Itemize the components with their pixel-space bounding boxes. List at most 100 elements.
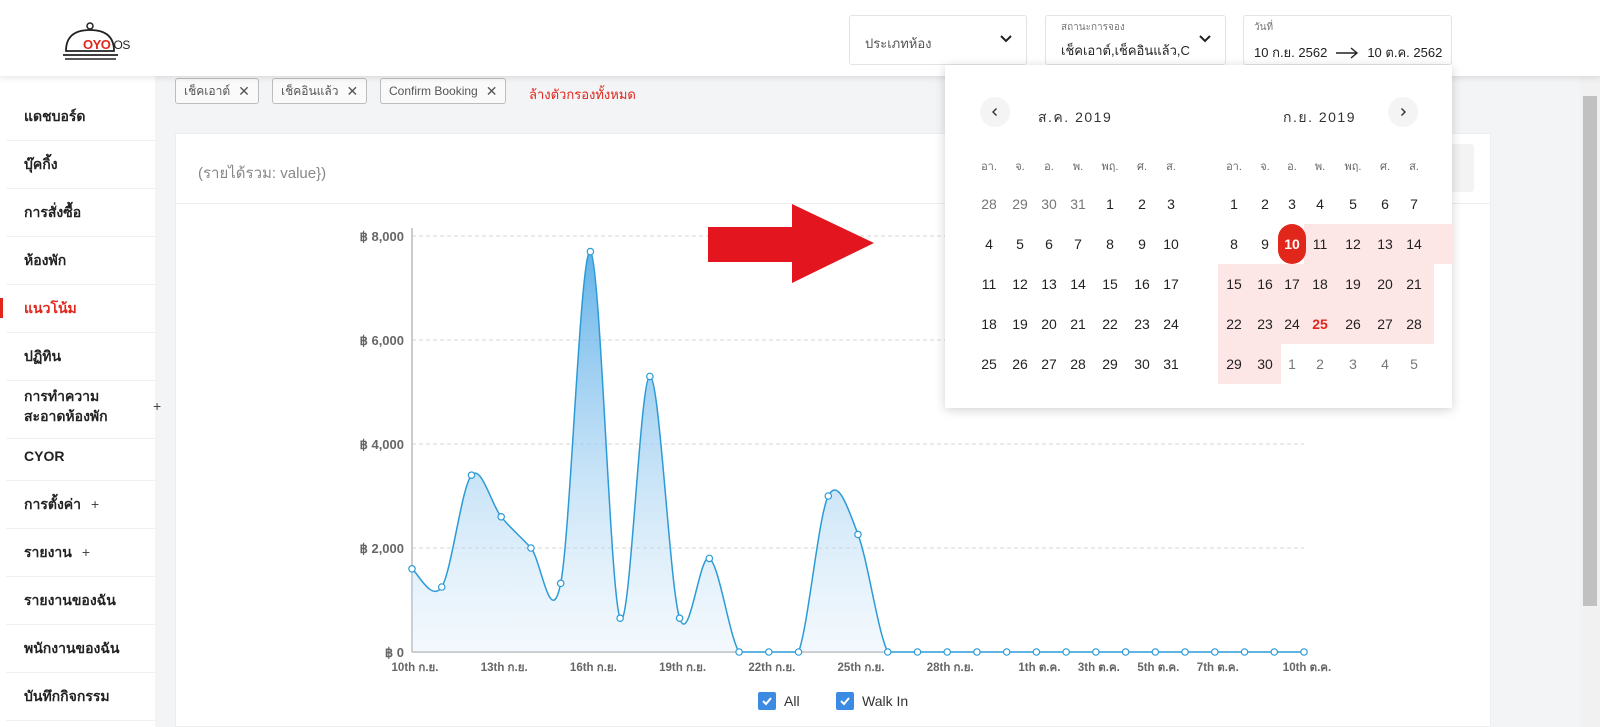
calendar-day-left[interactable]: 20: [1035, 304, 1063, 344]
calendar-day-right[interactable]: 20: [1371, 264, 1399, 304]
sidebar-item[interactable]: พนักงานของฉัน: [0, 638, 155, 658]
calendar-day-right[interactable]: 3: [1278, 184, 1306, 224]
calendar-day-left[interactable]: 26: [1006, 344, 1034, 384]
checkbox-checked-icon[interactable]: [758, 692, 776, 710]
next-month-button[interactable]: [1388, 97, 1418, 127]
calendar-day-right[interactable]: 1: [1278, 344, 1306, 384]
calendar-day-left[interactable]: 14: [1064, 264, 1092, 304]
sidebar-item[interactable]: รายงาน +: [0, 542, 155, 562]
expand-plus-icon[interactable]: +: [82, 544, 90, 560]
sidebar-item[interactable]: รายงานของฉัน: [0, 590, 155, 610]
calendar-day-right[interactable]: 4: [1306, 184, 1334, 224]
prev-month-button[interactable]: [980, 97, 1010, 127]
date-range-picker[interactable]: วันที่ 10 ก.ย. 2562 10 ต.ค. 2562: [1243, 15, 1452, 65]
calendar-day-right[interactable]: 14: [1400, 224, 1428, 264]
calendar-day-right[interactable]: 2: [1306, 344, 1334, 384]
calendar-day-right[interactable]: 21: [1400, 264, 1428, 304]
calendar-day-left[interactable]: 17: [1157, 264, 1185, 304]
calendar-day-right[interactable]: 29: [1220, 344, 1248, 384]
calendar-day-right[interactable]: 30: [1251, 344, 1279, 384]
calendar-day-left[interactable]: 3: [1157, 184, 1185, 224]
calendar-day-left[interactable]: 23: [1128, 304, 1156, 344]
calendar-day-right[interactable]: 15: [1220, 264, 1248, 304]
calendar-day-right[interactable]: 5: [1400, 344, 1428, 384]
data-point: [1121, 648, 1130, 656]
calendar-day-left[interactable]: 13: [1035, 264, 1063, 304]
booking-status-dropdown[interactable]: สถานะการจอง เช็คเอาต์,เช็คอินแล้ว,C: [1045, 15, 1226, 65]
calendar-day-right[interactable]: 24: [1278, 304, 1306, 344]
calendar-day-left[interactable]: 24: [1157, 304, 1185, 344]
expand-plus-icon[interactable]: +: [91, 496, 99, 512]
calendar-day-left[interactable]: 21: [1064, 304, 1092, 344]
calendar-day-right[interactable]: 12: [1339, 224, 1367, 264]
sidebar-item[interactable]: บุ๊คกิ้ง: [0, 154, 155, 174]
calendar-day-left[interactable]: 4: [975, 224, 1003, 264]
sidebar-item[interactable]: CYOR: [0, 446, 155, 466]
sidebar-item[interactable]: การสั่งซื้อ: [0, 202, 155, 222]
sidebar-item[interactable]: แดชบอร์ด: [0, 106, 155, 126]
calendar-day-left[interactable]: 12: [1006, 264, 1034, 304]
weekday-header: ศ.: [1379, 161, 1391, 173]
calendar-day-right[interactable]: 7: [1400, 184, 1428, 224]
calendar-day-left[interactable]: 31: [1157, 344, 1185, 384]
calendar-day-left[interactable]: 22: [1096, 304, 1124, 344]
calendar-day-right[interactable]: 22: [1220, 304, 1248, 344]
data-point: [675, 614, 684, 623]
calendar-day-right[interactable]: 19: [1339, 264, 1367, 304]
calendar-day-left[interactable]: 11: [975, 264, 1003, 304]
calendar-day-left[interactable]: 9: [1128, 224, 1156, 264]
arrow-right-icon: [1336, 46, 1359, 59]
calendar-day-left[interactable]: 27: [1035, 344, 1063, 384]
calendar-day-right[interactable]: 17: [1278, 264, 1306, 304]
calendar-day-left[interactable]: 19: [1006, 304, 1034, 344]
calendar-day-left[interactable]: 29: [1006, 184, 1034, 224]
sidebar-item[interactable]: การตั้งค่า +: [0, 494, 155, 514]
calendar-day-left[interactable]: 1: [1096, 184, 1124, 224]
calendar-day-right[interactable]: 4: [1371, 344, 1399, 384]
expand-plus-icon[interactable]: +: [153, 396, 161, 416]
calendar-day-right[interactable]: 18: [1306, 264, 1334, 304]
calendar-day-left[interactable]: 2: [1128, 184, 1156, 224]
legend-walk-in[interactable]: Walk In: [836, 692, 908, 710]
calendar-day-right[interactable]: 1: [1220, 184, 1248, 224]
calendar-day-left[interactable]: 30: [1128, 344, 1156, 384]
calendar-day-left[interactable]: 25: [975, 344, 1003, 384]
sidebar-item[interactable]: การทำความ สะอาดห้องพัก +: [0, 386, 161, 426]
calendar-day-right[interactable]: 16: [1251, 264, 1279, 304]
calendar-day-right[interactable]: 11: [1306, 224, 1334, 264]
calendar-day-right[interactable]: 9: [1251, 224, 1279, 264]
calendar-day-left[interactable]: 5: [1006, 224, 1034, 264]
calendar-day-left[interactable]: 31: [1064, 184, 1092, 224]
calendar-day-left[interactable]: 29: [1096, 344, 1124, 384]
calendar-day-left[interactable]: 8: [1096, 224, 1124, 264]
sidebar-item[interactable]: ปฏิทิน: [0, 346, 155, 366]
calendar-day-left[interactable]: 6: [1035, 224, 1063, 264]
calendar-day-right[interactable]: 8: [1220, 224, 1248, 264]
calendar-day-left[interactable]: 10: [1157, 224, 1185, 264]
calendar-day-right[interactable]: 6: [1371, 184, 1399, 224]
calendar-day-left[interactable]: 28: [1064, 344, 1092, 384]
calendar-day-left[interactable]: 16: [1128, 264, 1156, 304]
calendar-day-right[interactable]: 26: [1339, 304, 1367, 344]
checkbox-checked-icon[interactable]: [836, 692, 854, 710]
calendar-day-right[interactable]: 27: [1371, 304, 1399, 344]
calendar-day-left[interactable]: 30: [1035, 184, 1063, 224]
calendar-day-right[interactable]: 28: [1400, 304, 1428, 344]
calendar-day-right[interactable]: 10: [1278, 224, 1306, 264]
calendar-day-right[interactable]: 3: [1339, 344, 1367, 384]
calendar-day-right[interactable]: 13: [1371, 224, 1399, 264]
room-type-dropdown[interactable]: ประเภทห้อง: [849, 15, 1027, 65]
calendar-day-left[interactable]: 7: [1064, 224, 1092, 264]
calendar-day-left[interactable]: 15: [1096, 264, 1124, 304]
legend-all[interactable]: All: [758, 692, 800, 710]
calendar-day-left[interactable]: 28: [975, 184, 1003, 224]
sidebar-item[interactable]: บันทึกกิจกรรม: [0, 686, 155, 706]
calendar-day-right[interactable]: 25: [1306, 304, 1334, 344]
sidebar-item[interactable]: ห้องพัก: [0, 250, 155, 270]
calendar-day-right[interactable]: 2: [1251, 184, 1279, 224]
scrollbar-thumb[interactable]: [1583, 96, 1597, 606]
calendar-day-left[interactable]: 18: [975, 304, 1003, 344]
calendar-day-right[interactable]: 23: [1251, 304, 1279, 344]
calendar-day-right[interactable]: 5: [1339, 184, 1367, 224]
sidebar-item[interactable]: แนวโน้ม: [0, 298, 155, 318]
